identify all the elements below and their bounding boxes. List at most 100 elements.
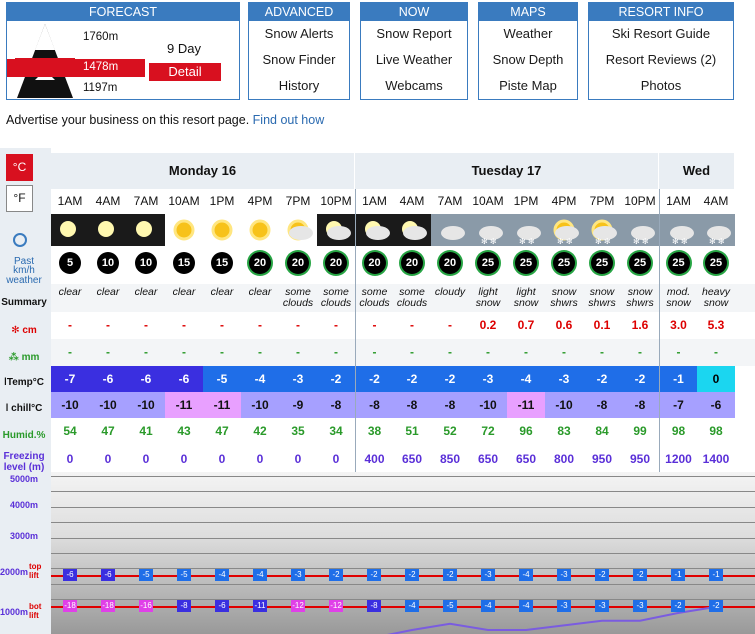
humid-cell: 47 [215, 424, 229, 438]
forecast-header: FORECAST [7, 3, 239, 21]
history-link[interactable]: History [249, 73, 349, 99]
live-weather-link[interactable]: Live Weather [361, 47, 467, 73]
moon-weather-icon [89, 214, 127, 246]
summary-cell: clear [210, 286, 234, 298]
wind-arrow-icon: 10 [135, 252, 157, 274]
bot-lift_temps-marker: -12 [291, 600, 305, 613]
wind-cell: 25 [545, 246, 583, 284]
wind-cell: 10 [89, 246, 127, 284]
humid-cell: 52 [443, 424, 457, 438]
temp-cell: -3 [279, 366, 317, 392]
rain-cell: - [714, 345, 718, 359]
advertise-text: Advertise your business on this resort p… [6, 113, 250, 127]
elev-mid[interactable]: 1478m [83, 61, 118, 73]
detail-button[interactable]: Detail [149, 63, 221, 81]
wind-arrow-icon: 20 [363, 252, 386, 274]
temp-label-text: Temp°C [6, 377, 44, 388]
ski-resort-guide-link[interactable]: Ski Resort Guide [589, 21, 733, 47]
freezing-label: Freezing level (m) [3, 451, 45, 473]
humid-cell: 42 [253, 424, 267, 438]
snow-row: - - - - - - - - - - - 0.2 0.7 0.6 0.1 1.6 3.0 5.3 [51, 312, 755, 339]
weather-map-link[interactable]: Weather [479, 21, 577, 47]
snow-cell: - [106, 318, 110, 332]
wind-cell: 20 [393, 246, 431, 284]
sun-weather-icon [203, 214, 241, 246]
rain-cell: - [638, 345, 642, 359]
day-header: Wed [659, 153, 734, 189]
snow-finder-link[interactable]: Snow Finder [249, 47, 349, 73]
clock-icon [13, 233, 27, 247]
celsius-button[interactable]: °C [6, 154, 33, 181]
snow-report-link[interactable]: Snow Report [361, 21, 467, 47]
temp-cell: -2 [355, 366, 393, 392]
advertise-line: Advertise your business on this resort p… [6, 113, 324, 127]
freezing-level-path [387, 605, 717, 634]
alt-4000: 4000m [9, 500, 39, 510]
snow-label: ✻ cm [0, 325, 48, 336]
top-lift_temps-marker: -2 [405, 569, 419, 582]
wind-arrow-icon: 25 [667, 252, 690, 274]
wind-arrow-icon: 25 [629, 252, 651, 274]
rain-cell: - [448, 345, 452, 359]
summary-cell: some clouds [355, 284, 393, 312]
sun-weather-icon [241, 214, 279, 246]
top-lift_temps-marker: -6 [101, 569, 115, 582]
temp-cell: -6 [89, 366, 127, 392]
freezing-cell: 850 [439, 452, 461, 466]
time-cell: 1PM [209, 194, 235, 208]
resort-reviews-link[interactable]: Resort Reviews (2) [589, 47, 733, 73]
photos-link[interactable]: Photos [589, 73, 733, 99]
snow-weather-icon: ✻ ✻ [469, 214, 507, 246]
time-cell: 10AM [168, 194, 200, 208]
wind-cell: 25 [469, 246, 507, 284]
wind-arrow-icon: 10 [97, 252, 119, 274]
bot-lift-label: bot lift [29, 602, 42, 620]
forecast-table: Monday 16 Tuesday 17 Wed 1AM 4AM 7AM 10AM 1PM 4… [51, 153, 755, 473]
chill-cell: -8 [355, 392, 393, 418]
rain-cell: - [182, 345, 186, 359]
snow-cell: 0.6 [555, 318, 573, 332]
moon-weather-icon [127, 214, 165, 246]
chill-cell: -10 [89, 392, 127, 418]
webcams-link[interactable]: Webcams [361, 73, 467, 99]
snow-cell: - [258, 318, 262, 332]
top-lift_temps-marker: -6 [63, 569, 77, 582]
wind-cell: 20 [279, 246, 317, 284]
chill-label: ǀ chill°C [0, 403, 48, 414]
piste-map-link[interactable]: Piste Map [479, 73, 577, 99]
freezing-cell: 400 [355, 445, 393, 473]
wind-cell: 25 [507, 246, 545, 284]
chill-cell: -10 [51, 392, 89, 418]
rain-cell: - [355, 339, 393, 366]
top-lift_temps-marker: -2 [367, 569, 381, 582]
rain-cell: - [258, 345, 262, 359]
snow-weather-icon: ✻ ✻ [507, 214, 545, 246]
fahrenheit-button[interactable]: °F [6, 185, 33, 212]
bot-lift_temps-marker: -8 [367, 600, 381, 613]
forecast-box: FORECAST 1760m 1478m 1197m 9 Day Detail [6, 2, 240, 100]
summary-cell: clear [58, 286, 82, 298]
summary-cell: snow shwrs [550, 286, 578, 309]
humid-cell: 47 [101, 424, 115, 438]
chill-cell: -9 [279, 392, 317, 418]
rain-label: ⁂ mm [0, 352, 48, 363]
chill-cell: -11 [203, 392, 241, 418]
snow-depth-link[interactable]: Snow Depth [479, 47, 577, 73]
humid-cell: 51 [405, 424, 419, 438]
snow-alerts-link[interactable]: Snow Alerts [249, 21, 349, 47]
chill-cell: -6 [697, 392, 735, 418]
wind-cell: 25 [659, 246, 697, 284]
freezing-cell: 950 [629, 452, 651, 466]
humid-cell: 72 [481, 424, 495, 438]
wind-arrow-icon: 25 [591, 252, 613, 274]
summary-cell: snow shwrs [626, 286, 654, 309]
time-cell: 7AM [133, 194, 159, 208]
bot-lift_temps-marker: -4 [519, 600, 533, 613]
moon-weather-icon [51, 214, 89, 246]
bot-lift_temps-marker: -5 [443, 600, 457, 613]
humid-cell: 98 [709, 424, 723, 438]
chill-cell: -10 [127, 392, 165, 418]
find-out-how-link[interactable]: Find out how [253, 113, 325, 127]
elev-bot: 1197m [83, 82, 118, 94]
time-cell: 10PM [320, 194, 352, 208]
